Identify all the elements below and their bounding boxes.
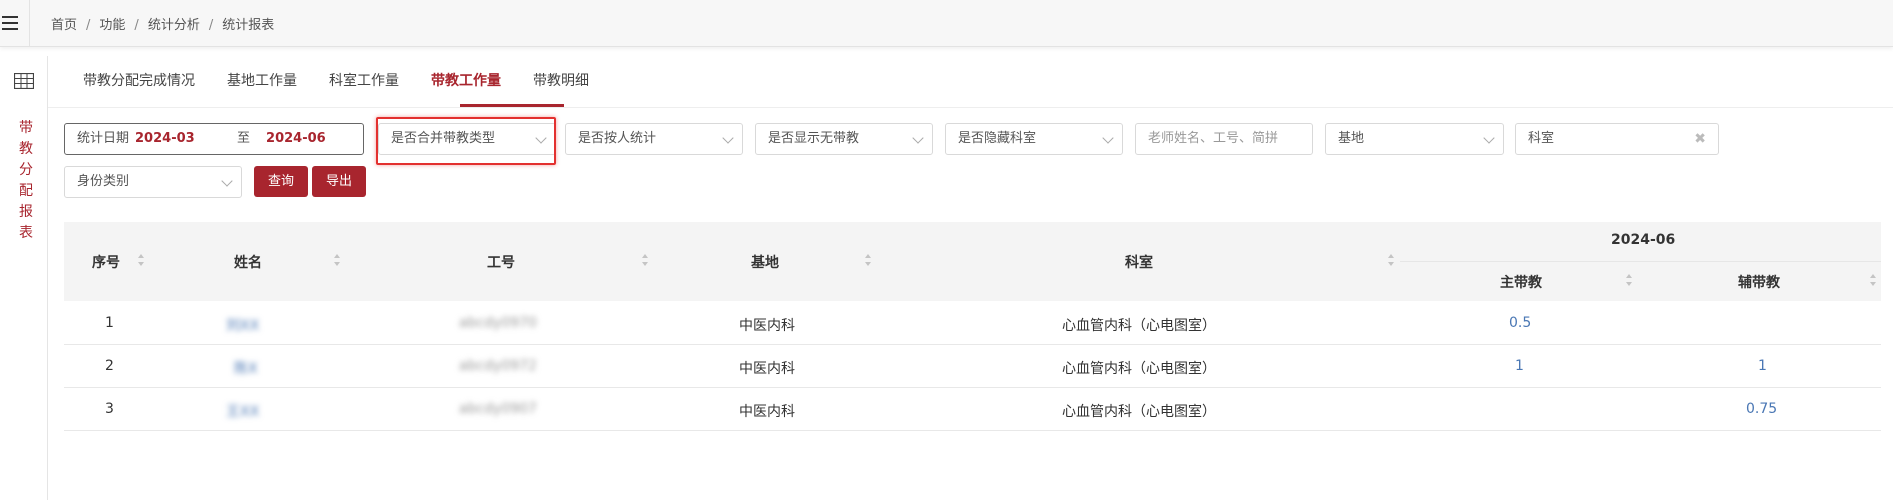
date-range-picker[interactable]: 统计日期 2024-03 至 2024-06 bbox=[64, 123, 364, 155]
sort-icon[interactable] bbox=[642, 254, 649, 266]
cell-seq: 3 bbox=[105, 401, 114, 417]
tab-teaching-detail[interactable]: 带教明细 bbox=[533, 70, 589, 90]
tab-dept-workload[interactable]: 科室工作量 bbox=[329, 70, 399, 90]
sort-icon[interactable] bbox=[865, 254, 872, 266]
header-dept[interactable]: 科室 bbox=[1125, 252, 1153, 272]
teacher-search-input[interactable]: 老师姓名、工号、简拼 bbox=[1135, 123, 1313, 155]
date-end-value[interactable]: 2024-06 bbox=[266, 124, 326, 154]
date-range-label: 统计日期 bbox=[77, 131, 130, 146]
table-row: 3 王XX abcdy0907 中医内科 心血管内科（心电图室） 0.75 bbox=[64, 388, 1881, 431]
table-header: 序号 姓名 工号 基地 科室 2024-06 主带教 辅带教 bbox=[64, 222, 1881, 301]
header-base[interactable]: 基地 bbox=[751, 252, 779, 272]
breadcrumb-function[interactable]: 功能 bbox=[99, 18, 125, 33]
show-no-teaching-select[interactable]: 是否显示无带教 bbox=[755, 123, 933, 155]
chevron-down-icon bbox=[535, 132, 547, 144]
date-range-separator: 至 bbox=[237, 131, 251, 146]
cell-id: abcdy0970 bbox=[459, 315, 537, 331]
show-no-teaching-label: 是否显示无带教 bbox=[768, 131, 860, 146]
cell-name-link[interactable]: 王XX bbox=[226, 401, 259, 421]
tab-bar: 带教分配完成情况 基地工作量 科室工作量 带教工作量 带教明细 bbox=[48, 56, 1893, 108]
cell-base: 中医内科 bbox=[739, 361, 795, 377]
by-person-select[interactable]: 是否按人统计 bbox=[565, 123, 743, 155]
header-divider bbox=[1400, 261, 1881, 262]
cell-assist-teacher[interactable]: 1 bbox=[1758, 358, 1767, 374]
cell-id: abcdy0972 bbox=[459, 358, 537, 374]
top-bar: 首页 / 功能 / 统计分析 / 统计报表 bbox=[0, 0, 1893, 47]
chevron-down-icon bbox=[722, 132, 734, 144]
by-person-label: 是否按人统计 bbox=[578, 131, 657, 146]
breadcrumb: 首页 / 功能 / 统计分析 / 统计报表 bbox=[51, 18, 275, 33]
tab-assignment-completion[interactable]: 带教分配完成情况 bbox=[83, 70, 195, 90]
header-main-teacher[interactable]: 主带教 bbox=[1500, 272, 1542, 292]
clear-x-icon[interactable]: ✖ bbox=[1694, 124, 1706, 154]
identity-type-select[interactable]: 身份类别 bbox=[64, 166, 242, 198]
breadcrumb-home[interactable]: 首页 bbox=[51, 18, 77, 33]
cell-name-link[interactable]: 刘XX bbox=[226, 315, 259, 335]
chevron-down-icon bbox=[221, 175, 233, 187]
chevron-down-icon bbox=[1102, 132, 1114, 144]
chevron-down-icon bbox=[912, 132, 924, 144]
sort-icon[interactable] bbox=[1388, 254, 1395, 266]
cell-main-teacher[interactable]: 1 bbox=[1515, 358, 1524, 374]
tab-base-workload[interactable]: 基地工作量 bbox=[227, 70, 297, 90]
hamburger-menu-icon[interactable] bbox=[0, 12, 22, 34]
breadcrumb-statistics[interactable]: 统计分析 bbox=[148, 18, 200, 33]
divider bbox=[29, 0, 30, 47]
base-select[interactable]: 基地 bbox=[1325, 123, 1504, 155]
base-select-label: 基地 bbox=[1338, 131, 1365, 146]
cell-main-teacher[interactable]: 0.5 bbox=[1509, 315, 1531, 331]
header-id[interactable]: 工号 bbox=[487, 252, 515, 272]
cell-seq: 1 bbox=[105, 315, 114, 331]
dept-select-label: 科室 bbox=[1528, 131, 1555, 146]
table-grid-icon[interactable] bbox=[14, 73, 34, 89]
breadcrumb-current: 统计报表 bbox=[222, 18, 275, 33]
hide-dept-label: 是否隐藏科室 bbox=[958, 131, 1037, 146]
merge-type-label: 是否合并带教类型 bbox=[391, 131, 496, 146]
sort-icon[interactable] bbox=[1626, 274, 1633, 286]
cell-dept: 心血管内科（心电图室） bbox=[1062, 404, 1216, 420]
tab-teaching-workload[interactable]: 带教工作量 bbox=[431, 70, 501, 90]
date-start-value[interactable]: 2024-03 bbox=[135, 124, 237, 154]
header-assist-teacher[interactable]: 辅带教 bbox=[1738, 272, 1780, 292]
report-vertical-title: 带教分配报表 bbox=[19, 120, 33, 241]
header-name[interactable]: 姓名 bbox=[234, 252, 262, 272]
header-period: 2024-06 bbox=[1611, 232, 1676, 248]
teacher-search-placeholder: 老师姓名、工号、简拼 bbox=[1148, 131, 1279, 146]
active-tab-indicator bbox=[460, 104, 564, 107]
cell-assist-teacher[interactable]: 0.75 bbox=[1746, 401, 1777, 417]
cell-base: 中医内科 bbox=[739, 318, 795, 334]
merge-type-select[interactable]: 是否合并带教类型 bbox=[378, 123, 556, 155]
cell-base: 中医内科 bbox=[739, 404, 795, 420]
cell-id: abcdy0907 bbox=[459, 401, 537, 417]
sort-icon[interactable] bbox=[138, 254, 145, 266]
sort-icon[interactable] bbox=[334, 254, 341, 266]
query-button[interactable]: 查询 bbox=[254, 166, 308, 197]
cell-dept: 心血管内科（心电图室） bbox=[1062, 318, 1216, 334]
table-row: 2 陈X abcdy0972 中医内科 心血管内科（心电图室） 1 1 bbox=[64, 345, 1881, 388]
table-row: 1 刘XX abcdy0970 中医内科 心血管内科（心电图室） 0.5 bbox=[64, 302, 1881, 345]
cell-seq: 2 bbox=[105, 358, 114, 374]
header-seq[interactable]: 序号 bbox=[92, 252, 120, 272]
left-panel: 带教分配报表 bbox=[0, 56, 48, 500]
export-button[interactable]: 导出 bbox=[312, 166, 366, 197]
identity-type-label: 身份类别 bbox=[77, 174, 130, 189]
chevron-down-icon bbox=[1483, 132, 1495, 144]
dept-select[interactable]: 科室 ✖ bbox=[1515, 123, 1719, 155]
cell-dept: 心血管内科（心电图室） bbox=[1062, 361, 1216, 377]
sort-icon[interactable] bbox=[1870, 274, 1877, 286]
cell-name-link[interactable]: 陈X bbox=[234, 358, 258, 378]
hide-dept-select[interactable]: 是否隐藏科室 bbox=[945, 123, 1123, 155]
